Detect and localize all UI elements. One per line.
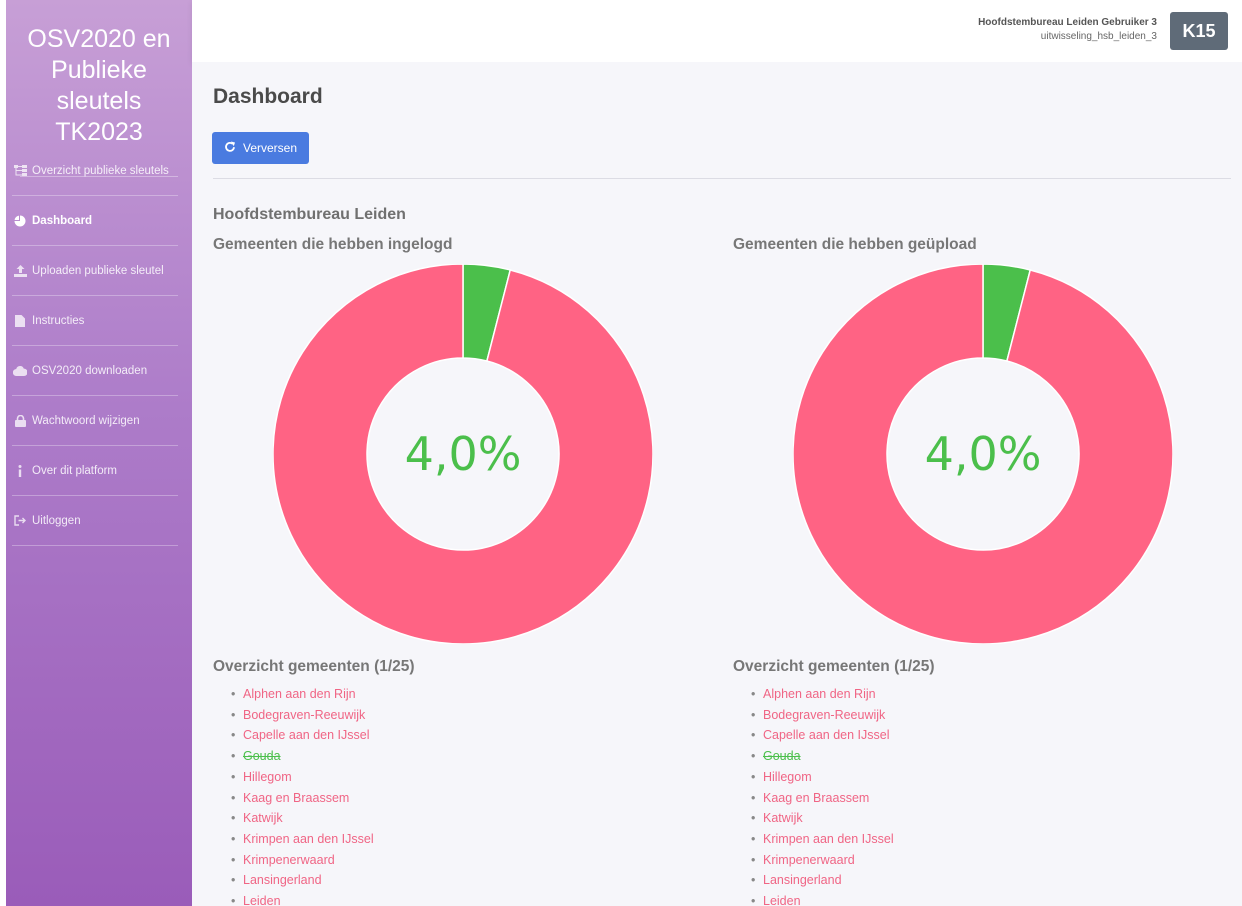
municipality-item: Katwijk xyxy=(231,808,374,829)
document-icon xyxy=(12,314,28,327)
sidebar-nav: Overzicht publieke sleutels Dashboard Up… xyxy=(6,146,192,546)
app-title: OSV2020 en Publieke sleutels TK2023 xyxy=(6,0,192,177)
municipality-item: Lansingerland xyxy=(231,870,374,891)
donut-chart-geupload: 4,0% xyxy=(793,264,1173,644)
municipality-item: Gouda xyxy=(751,746,894,767)
sidebar-item-over-dit-platform[interactable]: Over dit platform xyxy=(12,446,178,496)
refresh-icon xyxy=(224,141,236,156)
app-title-line: TK2023 xyxy=(55,118,143,146)
sidebar-item-label: Overzicht publieke sleutels xyxy=(32,164,169,177)
municipality-item: Krimpenerwaard xyxy=(231,850,374,871)
donut-chart-ingelogd: 4,0% xyxy=(273,264,653,644)
sidebar-item-label: Instructies xyxy=(32,314,85,327)
sidebar-item-instructies[interactable]: Instructies xyxy=(12,296,178,346)
sidebar: OSV2020 en Publieke sleutels TK2023 Over… xyxy=(6,0,192,906)
sidebar-item-uploaden[interactable]: Uploaden publieke sleutel xyxy=(12,246,178,296)
municipality-item: Kaag en Braassem xyxy=(231,788,374,809)
sidebar-item-wachtwoord-wijzigen[interactable]: Wachtwoord wijzigen xyxy=(12,396,178,446)
sidebar-item-osv2020-downloaden[interactable]: OSV2020 downloaden xyxy=(12,346,178,396)
app-title-line: Publieke xyxy=(51,56,147,84)
municipality-list: Alphen aan den RijnBodegraven-ReeuwijkCa… xyxy=(213,684,374,906)
municipality-item: Hillegom xyxy=(751,767,894,788)
municipality-item: Krimpen aan den IJssel xyxy=(751,829,894,850)
sidebar-item-label: Wachtwoord wijzigen xyxy=(32,414,140,427)
page-title: Dashboard xyxy=(213,85,323,108)
panel-title: Gemeenten die hebben ingelogd xyxy=(213,236,453,253)
sidebar-item-label: OSV2020 downloaden xyxy=(32,364,148,377)
panel-title: Gemeenten die hebben geüpload xyxy=(733,236,977,253)
pie-chart-icon xyxy=(12,215,28,227)
top-bar: Hoofdstembureau Leiden Gebruiker 3 uitwi… xyxy=(192,0,1242,62)
municipality-item: Hillegom xyxy=(231,767,374,788)
sidebar-item-label: Dashboard xyxy=(32,214,93,227)
sidebar-item-label: Over dit platform xyxy=(32,464,117,477)
municipality-item: Krimpenerwaard xyxy=(751,850,894,871)
panel-geupload: Gemeenten die hebben geüpload 4,0% Overz… xyxy=(733,236,1173,906)
municipality-item: Kaag en Braassem xyxy=(751,788,894,809)
sidebar-item-label: Uploaden publieke sleutel xyxy=(32,264,164,277)
municipality-item: Leiden xyxy=(231,891,374,906)
section-title: Hoofdstembureau Leiden xyxy=(213,206,406,223)
refresh-label: Verversen xyxy=(243,141,298,155)
main-content: Dashboard Verversen Hoofdstembureau Leid… xyxy=(192,62,1242,906)
app-title-line: OSV2020 en xyxy=(27,25,171,53)
municipality-list: Alphen aan den RijnBodegraven-ReeuwijkCa… xyxy=(733,684,894,906)
refresh-button[interactable]: Verversen xyxy=(212,132,310,164)
municipality-item: Capelle aan den IJssel xyxy=(231,725,374,746)
municipality-item: Katwijk xyxy=(751,808,894,829)
cloud-download-icon xyxy=(12,365,28,376)
tree-icon xyxy=(12,165,28,176)
municipality-item: Capelle aan den IJssel xyxy=(751,725,894,746)
municipality-item: Alphen aan den Rijn xyxy=(231,684,374,705)
user-name: Hoofdstembureau Leiden Gebruiker 3 xyxy=(978,17,1157,28)
sidebar-item-overzicht[interactable]: Overzicht publieke sleutels xyxy=(12,146,178,196)
info-icon xyxy=(12,464,28,477)
user-badge[interactable]: K15 xyxy=(1170,12,1228,50)
donut-center-label: 4,0% xyxy=(404,427,522,481)
sidebar-item-label: Uitloggen xyxy=(32,514,81,527)
lock-icon xyxy=(12,414,28,427)
overview-title: Overzicht gemeenten (1/25) xyxy=(733,658,935,675)
municipality-item: Lansingerland xyxy=(751,870,894,891)
divider xyxy=(213,178,1231,179)
donut-center-label: 4,0% xyxy=(924,427,1042,481)
panel-ingelogd: Gemeenten die hebben ingelogd 4,0% Overz… xyxy=(213,236,653,906)
overview-title: Overzicht gemeenten (1/25) xyxy=(213,658,415,675)
upload-icon xyxy=(12,264,28,277)
municipality-item: Krimpen aan den IJssel xyxy=(231,829,374,850)
municipality-item: Bodegraven-Reeuwijk xyxy=(751,705,894,726)
app-title-line: sleutels xyxy=(56,87,142,115)
username: uitwisseling_hsb_leiden_3 xyxy=(1040,31,1157,42)
municipality-item: Leiden xyxy=(751,891,894,906)
municipality-item: Alphen aan den Rijn xyxy=(751,684,894,705)
municipality-item: Gouda xyxy=(231,746,374,767)
sidebar-item-uitloggen[interactable]: Uitloggen xyxy=(12,496,178,546)
logout-icon xyxy=(12,515,28,526)
municipality-item: Bodegraven-Reeuwijk xyxy=(231,705,374,726)
user-info: Hoofdstembureau Leiden Gebruiker 3 uitwi… xyxy=(978,17,1157,42)
sidebar-item-dashboard[interactable]: Dashboard xyxy=(12,196,178,246)
